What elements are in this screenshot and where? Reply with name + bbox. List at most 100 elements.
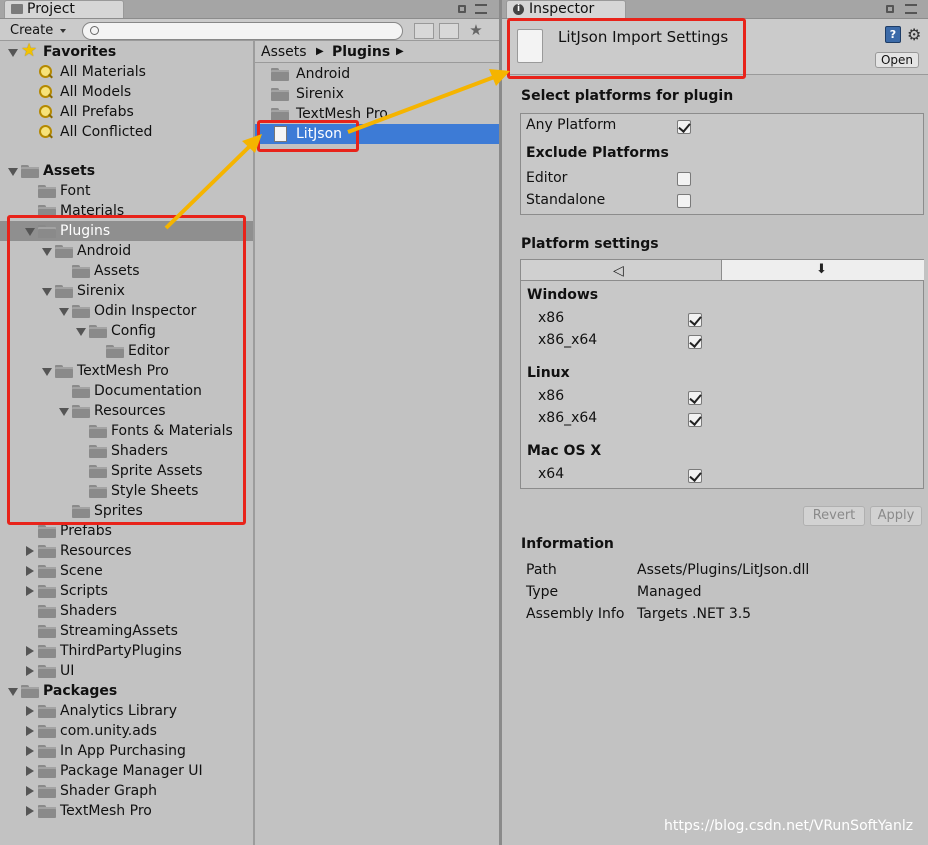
tree-item[interactable]: All Prefabs xyxy=(0,102,253,122)
tree-item-label: TextMesh Pro xyxy=(60,803,152,819)
select-platforms-heading: Select platforms for plugin xyxy=(521,88,734,104)
collapsed-arrow-icon[interactable] xyxy=(26,806,34,816)
search-input[interactable] xyxy=(82,22,403,40)
create-scene-icon[interactable] xyxy=(414,23,434,39)
tree-item[interactable]: Resources xyxy=(0,541,253,561)
folder-icon xyxy=(38,525,56,538)
collapsed-arrow-icon[interactable] xyxy=(26,746,34,756)
any-platform-checkbox[interactable] xyxy=(677,120,691,134)
breadcrumb-plugins[interactable]: Plugins xyxy=(332,42,390,62)
collapsed-arrow-icon[interactable] xyxy=(26,566,34,576)
tab-project[interactable]: Project xyxy=(4,0,124,18)
tab-download-platform[interactable]: ⬇ xyxy=(722,260,924,281)
inspector-menu-icon[interactable] xyxy=(905,4,917,14)
tree-item-label: Packages xyxy=(43,683,118,699)
architecture-label: x86_x64 xyxy=(538,410,598,426)
folder-icon xyxy=(38,625,56,638)
collapsed-arrow-icon[interactable] xyxy=(26,766,34,776)
architecture-checkbox[interactable] xyxy=(688,469,702,483)
info-value: Assets/Plugins/LitJson.dll xyxy=(637,562,810,578)
breadcrumb-end-icon: ▶ xyxy=(396,46,404,57)
collapsed-arrow-icon[interactable] xyxy=(26,666,34,676)
saved-search-icon xyxy=(39,65,53,79)
breadcrumb-assets[interactable]: Assets xyxy=(261,42,307,62)
collapsed-arrow-icon[interactable] xyxy=(26,706,34,716)
tree-item-label: Shader Graph xyxy=(60,783,157,799)
tree-item[interactable]: In App Purchasing xyxy=(0,741,253,761)
tree-item-label: ThirdPartyPlugins xyxy=(60,643,182,659)
tree-item[interactable]: Shaders xyxy=(0,601,253,621)
tab-inspector-label: Inspector xyxy=(529,1,595,17)
info-value: Targets .NET 3.5 xyxy=(637,606,752,622)
architecture-label: x86 xyxy=(538,310,565,326)
platform-groups: Windows x86 x86_x64 Linux x86 x86_x64 Mac OS X… xyxy=(521,282,925,488)
tree-item[interactable]: Shader Graph xyxy=(0,781,253,801)
tree-item[interactable]: Scene xyxy=(0,561,253,581)
exclude-editor-checkbox[interactable] xyxy=(677,172,691,186)
expanded-arrow-icon[interactable] xyxy=(8,168,18,176)
tree-item[interactable]: ★ Favorites xyxy=(0,40,253,62)
tab-inspector[interactable]: i Inspector xyxy=(506,0,626,18)
collapsed-arrow-icon[interactable] xyxy=(26,586,34,596)
apply-button[interactable]: Apply xyxy=(870,506,922,526)
tree-item[interactable]: Scripts xyxy=(0,581,253,601)
tree-item-label: All Conflicted xyxy=(60,124,153,140)
tree-item[interactable]: Font xyxy=(0,181,253,201)
architecture-label: x86 xyxy=(538,388,565,404)
highlight-plugins-tree xyxy=(7,215,246,525)
open-button[interactable]: Open xyxy=(875,52,919,68)
help-book-icon[interactable]: ? xyxy=(885,26,901,43)
collapsed-arrow-icon[interactable] xyxy=(26,786,34,796)
architecture-checkbox[interactable] xyxy=(688,391,702,405)
revert-button[interactable]: Revert xyxy=(803,506,865,526)
platform-group-heading: Mac OS X xyxy=(527,443,602,459)
collapsed-arrow-icon[interactable] xyxy=(26,726,34,736)
download-icon: ⬇ xyxy=(816,262,827,277)
folder-icon xyxy=(38,765,56,778)
info-key: Type xyxy=(526,584,559,600)
favorites-star-icon: ★ xyxy=(21,40,38,61)
tree-item[interactable]: UI xyxy=(0,661,253,681)
architecture-checkbox[interactable] xyxy=(688,313,702,327)
favorite-star-icon[interactable]: ★ xyxy=(465,21,487,39)
tree-item[interactable]: All Conflicted xyxy=(0,122,253,142)
saved-search-icon xyxy=(39,105,53,119)
create-button[interactable]: Create xyxy=(10,22,68,39)
panel-menu-icon[interactable] xyxy=(475,4,487,14)
folder-icon xyxy=(38,545,56,558)
file-list-item[interactable]: Sirenix xyxy=(255,84,499,104)
dropdown-arrow-icon xyxy=(60,29,66,33)
tree-item[interactable]: ThirdPartyPlugins xyxy=(0,641,253,661)
file-list-item[interactable]: Android xyxy=(255,64,499,84)
architecture-checkbox[interactable] xyxy=(688,413,702,427)
tree-item[interactable]: All Materials xyxy=(0,62,253,82)
tree-item-label: Assets xyxy=(43,163,96,179)
tree-item[interactable]: Package Manager UI xyxy=(0,761,253,781)
platform-group-heading: Windows xyxy=(527,287,599,303)
collapsed-arrow-icon[interactable] xyxy=(26,646,34,656)
tree-item[interactable]: TextMesh Pro xyxy=(0,801,253,821)
lock-icon[interactable] xyxy=(458,5,466,13)
exclude-standalone-checkbox[interactable] xyxy=(677,194,691,208)
label-filter-icon[interactable] xyxy=(439,23,459,39)
expanded-arrow-icon[interactable] xyxy=(8,49,18,57)
architecture-checkbox[interactable] xyxy=(688,335,702,349)
tree-item[interactable]: All Models xyxy=(0,82,253,102)
project-folder-icon xyxy=(11,4,23,14)
breadcrumb: Assets ▶ Plugins ▶ xyxy=(255,41,499,63)
any-platform-label: Any Platform xyxy=(526,117,617,133)
tree-item-label: Scene xyxy=(60,563,103,579)
tree-item-label: Shaders xyxy=(60,603,117,619)
tree-item[interactable]: com.unity.ads xyxy=(0,721,253,741)
inspector-lock-icon[interactable] xyxy=(886,5,894,13)
tab-unity-platform[interactable]: ◁ xyxy=(521,260,722,281)
tree-item[interactable]: Assets xyxy=(0,161,253,181)
tree-item[interactable]: Packages xyxy=(0,681,253,701)
tree-item[interactable]: Analytics Library xyxy=(0,701,253,721)
folder-icon xyxy=(38,745,56,758)
collapsed-arrow-icon[interactable] xyxy=(26,546,34,556)
expanded-arrow-icon[interactable] xyxy=(8,688,18,696)
tab-project-label: Project xyxy=(27,1,75,17)
tree-item[interactable]: StreamingAssets xyxy=(0,621,253,641)
settings-gear-icon[interactable]: ⚙ xyxy=(907,25,921,44)
